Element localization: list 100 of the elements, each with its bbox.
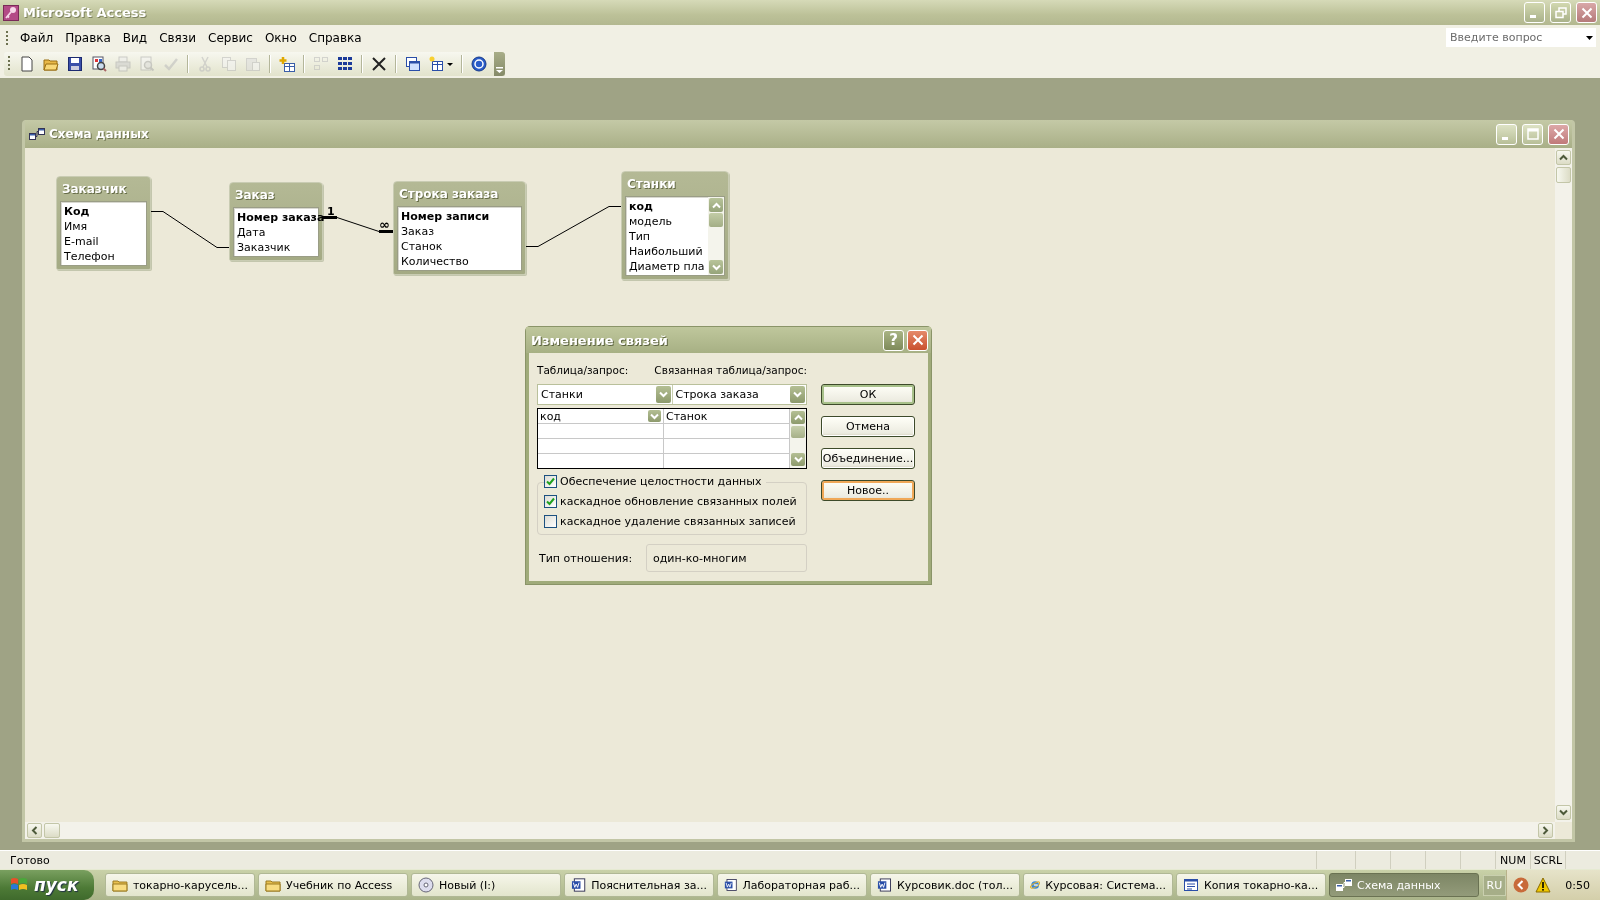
menu-item[interactable]: Окно bbox=[258, 28, 303, 47]
dialog-button[interactable]: Отмена bbox=[821, 416, 915, 437]
table-window[interactable]: Строка заказа Номер записи Заказ Станок Количество bbox=[393, 181, 526, 275]
taskbar-button[interactable]: Учебник по Access bbox=[258, 873, 408, 897]
checkbox[interactable] bbox=[544, 495, 557, 508]
taskbar-button[interactable]: Лабораторная раб... bbox=[717, 873, 867, 897]
field-name[interactable]: Заказчик bbox=[237, 240, 291, 255]
magnifier-document-icon[interactable] bbox=[91, 56, 107, 72]
field-name[interactable]: Диаметр пла bbox=[629, 259, 705, 274]
scrollbar-thumb[interactable] bbox=[44, 823, 60, 838]
help-search-field[interactable]: Введите вопрос bbox=[1446, 28, 1582, 47]
minimize-button[interactable] bbox=[1496, 123, 1517, 145]
menu-item[interactable]: Правка bbox=[59, 28, 117, 47]
dialog-button[interactable]: Новое.. bbox=[821, 480, 915, 501]
field-name[interactable]: E-mail bbox=[64, 234, 99, 249]
table-star-icon[interactable] bbox=[429, 56, 445, 72]
field-label: Таблица/запрос: bbox=[537, 364, 630, 376]
chevron-down-icon bbox=[711, 263, 721, 271]
field-name[interactable]: Заказ bbox=[401, 224, 435, 239]
menu-item[interactable]: Справка bbox=[302, 28, 368, 47]
warning-icon[interactable] bbox=[1535, 877, 1552, 893]
start-button[interactable]: пуск bbox=[0, 870, 94, 900]
scrollbar-thumb[interactable] bbox=[709, 213, 723, 227]
table-window[interactable]: Станки код модель Тип Наибольший Диаметр пла bbox=[621, 171, 729, 280]
field-name[interactable]: Тип bbox=[629, 229, 651, 244]
scrollbar-thumb[interactable] bbox=[1556, 167, 1571, 183]
chevron-up-icon bbox=[793, 414, 803, 421]
clock: 0:50 bbox=[1565, 878, 1590, 892]
field-combo[interactable]: код bbox=[538, 409, 664, 423]
checkbox[interactable] bbox=[544, 515, 557, 528]
field-name[interactable]: Дата bbox=[237, 225, 266, 240]
table-window[interactable]: Заказчик Код Имя E-mail Телефон bbox=[56, 176, 151, 270]
menu-item[interactable]: Вид bbox=[116, 28, 154, 47]
window-title: Microsoft Access bbox=[23, 5, 148, 20]
menu-item[interactable]: Связи bbox=[153, 28, 202, 47]
close-button[interactable] bbox=[907, 329, 928, 351]
windows-icon[interactable] bbox=[405, 56, 421, 72]
status-text: Готово bbox=[10, 853, 50, 867]
caret-icon bbox=[496, 67, 503, 73]
toolbar-options-button[interactable] bbox=[494, 52, 505, 76]
dialog-button[interactable]: Объединение... bbox=[821, 448, 915, 469]
table-plus-icon[interactable] bbox=[279, 56, 295, 72]
field-name[interactable]: Станок bbox=[401, 239, 443, 254]
folder-icon[interactable] bbox=[43, 56, 59, 72]
chevron-down-icon bbox=[1559, 809, 1568, 816]
flag-icon bbox=[10, 877, 28, 893]
cross-icon[interactable] bbox=[371, 56, 387, 72]
minimize-button[interactable] bbox=[1524, 2, 1545, 23]
scrollbar[interactable] bbox=[789, 409, 806, 468]
relationship-diagram-icon bbox=[29, 127, 45, 141]
close-button[interactable] bbox=[1548, 123, 1569, 145]
cardinality-label: 1 bbox=[327, 205, 335, 217]
word-document-icon bbox=[877, 877, 892, 893]
checkmark-icon bbox=[546, 477, 555, 486]
document-icon[interactable] bbox=[19, 56, 35, 72]
field-name[interactable]: модель bbox=[629, 214, 672, 229]
relationship-line[interactable] bbox=[322, 216, 394, 233]
taskbar-button[interactable]: Пояснительная за... bbox=[564, 873, 714, 897]
menu-item[interactable]: Сервис bbox=[202, 28, 259, 47]
key-icon bbox=[3, 4, 19, 21]
status-indicator: SCRL bbox=[1533, 853, 1563, 867]
taskbar-button[interactable]: Курсовик.doc (тол... bbox=[870, 873, 1020, 897]
checkbox[interactable] bbox=[544, 475, 557, 488]
restore-button[interactable] bbox=[1550, 2, 1571, 23]
taskbar-button[interactable]: Курсовая: Система... bbox=[1023, 873, 1173, 897]
table-window[interactable]: Заказ Номер заказа Дата Заказчик bbox=[229, 182, 323, 261]
relationship-line[interactable] bbox=[150, 211, 230, 248]
taskbar-button[interactable]: Копия токарно-ка... bbox=[1176, 873, 1326, 897]
field-name[interactable]: Номер заказа bbox=[237, 210, 325, 225]
menu-item[interactable]: Файл bbox=[14, 28, 60, 47]
vertical-scrollbar[interactable] bbox=[1555, 148, 1572, 822]
dialog-button[interactable]: ОК bbox=[821, 384, 915, 405]
horizontal-scrollbar[interactable] bbox=[25, 822, 1555, 839]
chevron-left-icon[interactable] bbox=[1513, 877, 1530, 893]
field-name[interactable]: Наибольший bbox=[629, 244, 703, 259]
maximize-button[interactable] bbox=[1522, 123, 1543, 145]
taskbar-button[interactable]: Новый (I:) bbox=[411, 873, 561, 897]
table-combo[interactable]: Станки bbox=[538, 385, 673, 404]
field-name[interactable]: Количество bbox=[401, 254, 469, 269]
dropdown-arrow-icon bbox=[1585, 35, 1593, 40]
field-name[interactable]: Номер записи bbox=[401, 209, 490, 224]
folder-icon bbox=[265, 877, 281, 893]
grid-icon[interactable] bbox=[337, 56, 353, 72]
taskbar-button[interactable]: токарно-карусель... bbox=[105, 873, 255, 897]
caret-icon[interactable] bbox=[447, 62, 453, 66]
chevron-down-icon bbox=[793, 391, 802, 398]
table-cell[interactable]: Станок bbox=[664, 409, 789, 423]
word-document-icon bbox=[571, 877, 587, 893]
field-name[interactable]: код bbox=[629, 199, 653, 214]
close-button[interactable] bbox=[1576, 2, 1597, 23]
related-table-combo[interactable]: Строка заказа bbox=[672, 385, 806, 404]
field-name[interactable]: Имя bbox=[64, 219, 88, 234]
field-name[interactable]: Код bbox=[64, 204, 90, 219]
scrollbar-thumb[interactable] bbox=[791, 426, 805, 438]
field-label: Связанная таблица/запрос: bbox=[654, 364, 807, 376]
field-name[interactable]: Телефон bbox=[64, 249, 115, 264]
scrollbar[interactable] bbox=[708, 197, 724, 275]
table-title: Заказчик bbox=[61, 181, 128, 198]
help-icon[interactable] bbox=[471, 56, 487, 72]
chevron-down-icon bbox=[793, 456, 803, 463]
